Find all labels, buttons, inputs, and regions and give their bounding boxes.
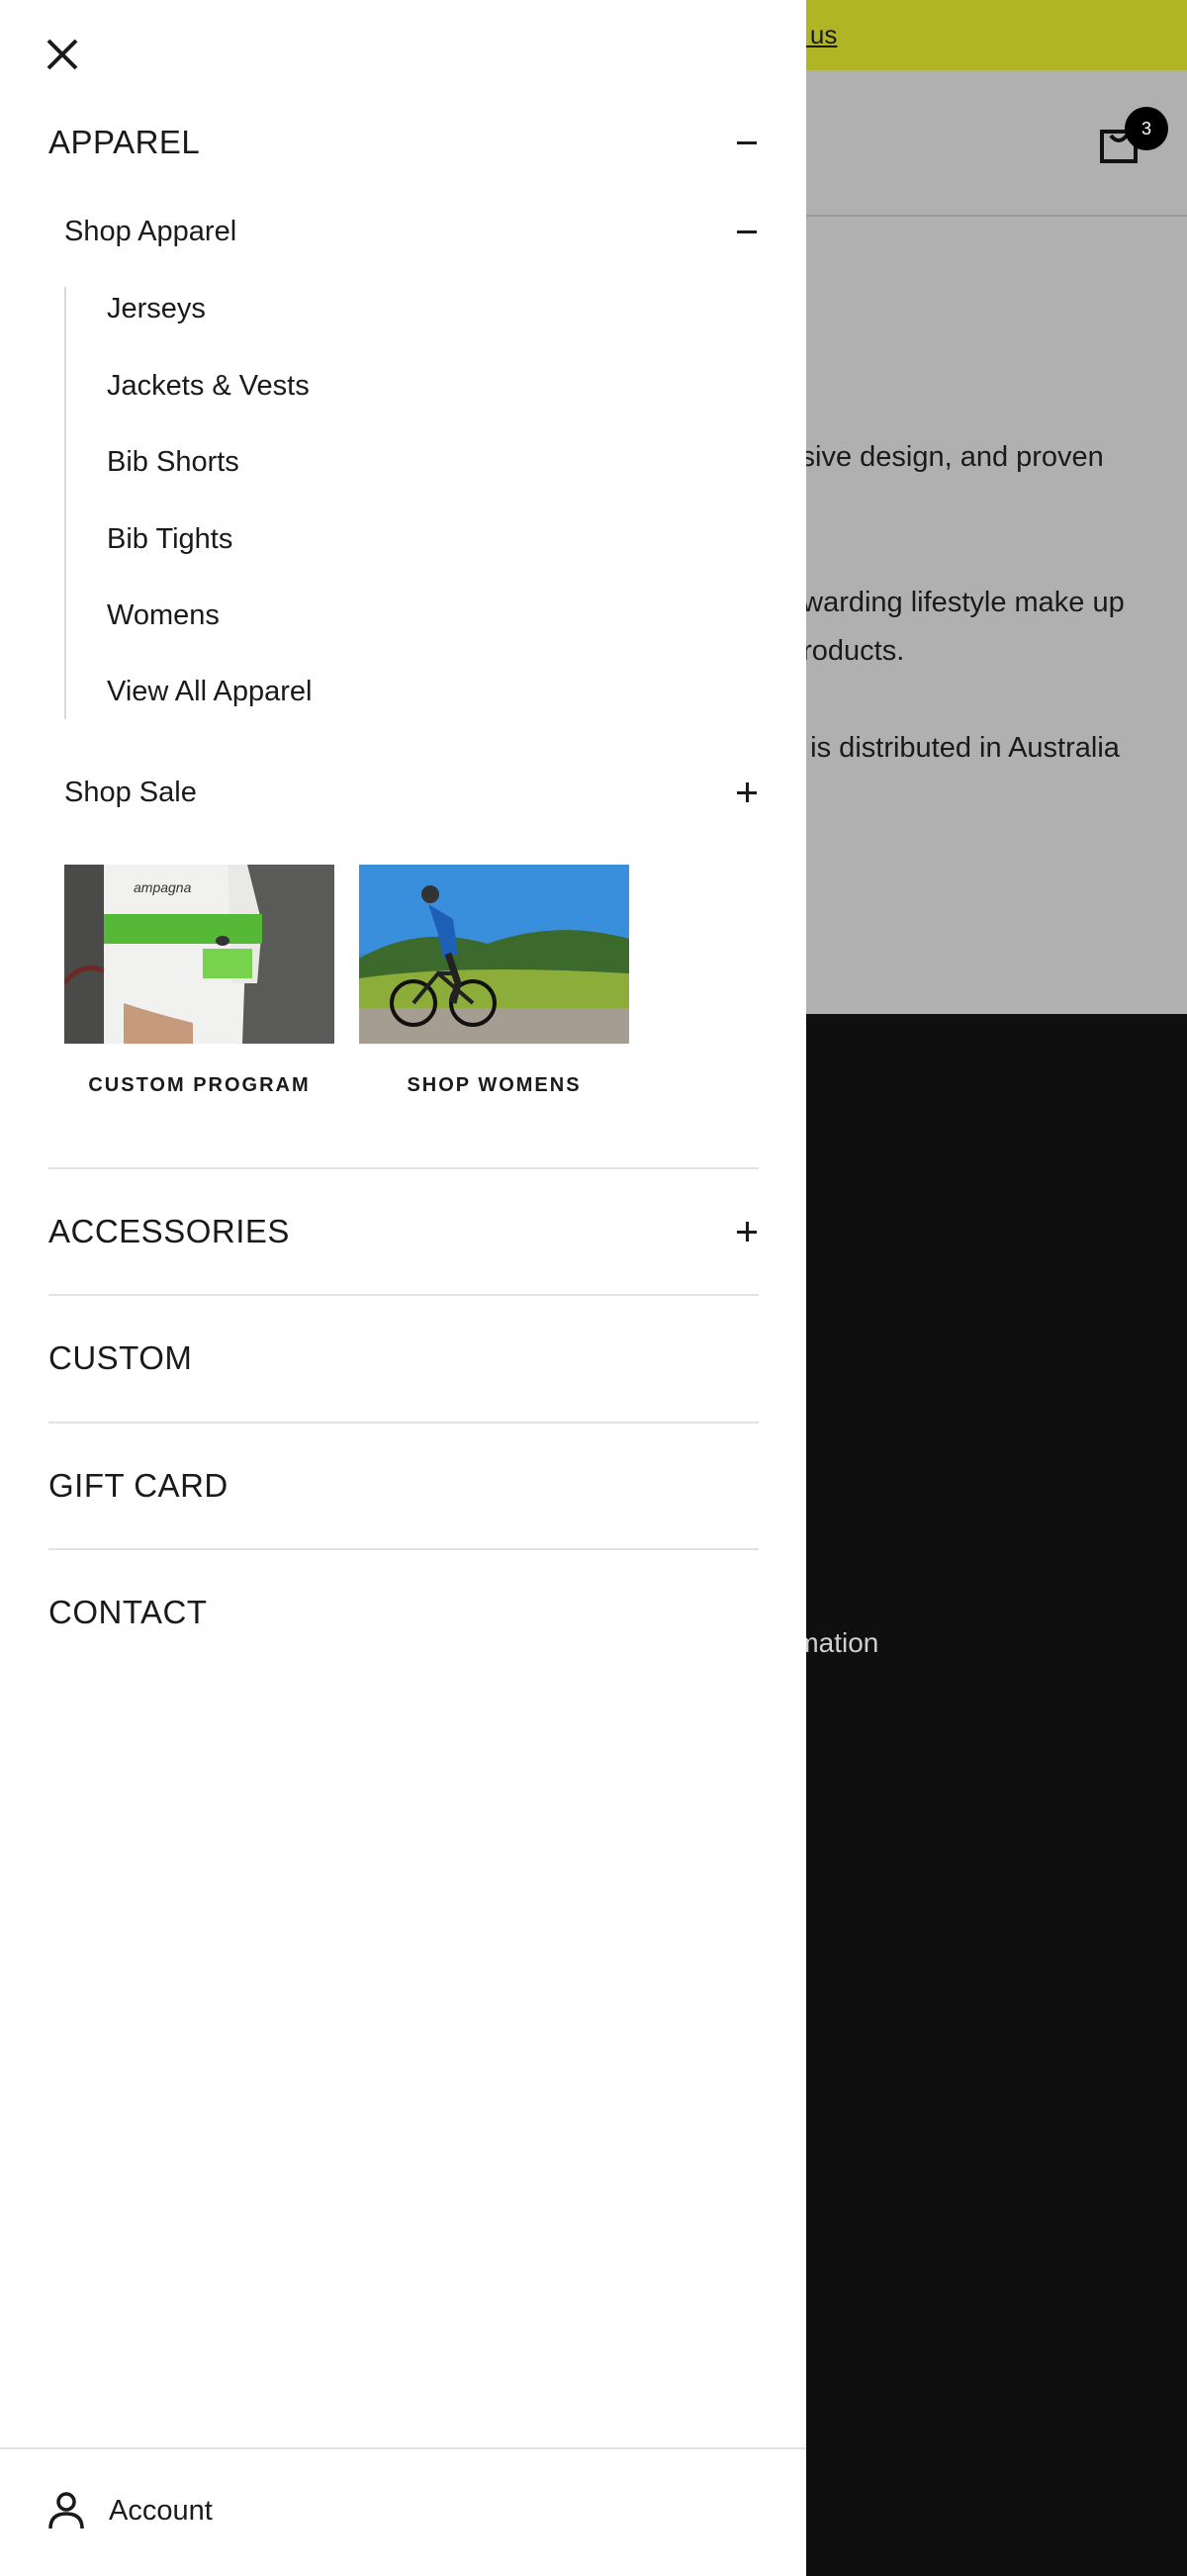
body-text-line: ssive design, and proven <box>786 441 1104 473</box>
submenu-link-jerseys[interactable]: Jerseys <box>107 293 206 325</box>
menu-divider <box>48 1548 759 1550</box>
plus-icon[interactable] <box>735 781 759 804</box>
menu-item-label: CUSTOM <box>48 1339 193 1376</box>
user-icon <box>48 2492 84 2530</box>
submenu-link-bib-shorts[interactable]: Bib Shorts <box>107 446 239 479</box>
cart-count-badge: 3 <box>1125 107 1168 150</box>
promo-card-shop-womens[interactable]: SHOP WOMENS <box>359 865 629 1096</box>
menu-divider <box>48 1294 759 1296</box>
submenu-shop-sale[interactable]: Shop Sale <box>64 773 759 812</box>
menu-item-apparel[interactable]: APPAREL <box>48 123 759 162</box>
menu-item-label: ACCESSORIES <box>48 1213 290 1249</box>
account-label: Account <box>109 2494 213 2527</box>
menu-divider <box>48 1167 759 1169</box>
mobile-menu-drawer: APPAREL Shop Apparel Jerseys Jackets & V… <box>0 0 806 2576</box>
submenu-shop-apparel[interactable]: Shop Apparel <box>64 212 759 251</box>
menu-divider <box>48 1422 759 1424</box>
promo-card-custom-program[interactable]: ampagna CUSTOM PROGRAM <box>64 865 334 1096</box>
submenu-link-view-all-apparel[interactable]: View All Apparel <box>107 676 312 708</box>
submenu-link-womens[interactable]: Womens <box>107 599 220 632</box>
body-text-line: d is distributed in Australia <box>786 732 1120 764</box>
body-text-line: ewarding lifestyle make up <box>786 587 1125 618</box>
submenu-label: Shop Apparel <box>64 215 237 247</box>
menu-item-label: APPAREL <box>48 124 201 160</box>
promo-caption[interactable]: SHOP WOMENS <box>359 1074 629 1097</box>
promo-image-cyclist <box>359 865 629 1044</box>
menu-item-gift-card[interactable]: GIFT CARD <box>48 1465 759 1507</box>
submenu-link-jackets-vests[interactable]: Jackets & Vests <box>107 370 310 403</box>
account-footer: Account <box>0 2447 806 2576</box>
svg-text:ampagna: ampagna <box>134 879 192 895</box>
plus-icon[interactable] <box>735 1220 759 1243</box>
submenu-label: Shop Sale <box>64 776 197 808</box>
submenu-guide-line <box>64 287 66 719</box>
minus-icon[interactable] <box>735 131 759 154</box>
minus-icon[interactable] <box>735 220 759 243</box>
submenu-link-bib-tights[interactable]: Bib Tights <box>107 523 232 556</box>
menu-item-custom[interactable]: CUSTOM <box>48 1337 759 1379</box>
account-link[interactable]: Account <box>47 2491 213 2530</box>
promo-caption[interactable]: CUSTOM PROGRAM <box>64 1074 334 1097</box>
menu-item-label: CONTACT <box>48 1594 208 1630</box>
menu-item-accessories[interactable]: ACCESSORIES <box>48 1211 759 1252</box>
menu-item-label: GIFT CARD <box>48 1467 228 1504</box>
close-icon[interactable] <box>44 36 81 73</box>
promo-image-jersey: ampagna <box>64 865 334 1044</box>
menu-item-contact[interactable]: CONTACT <box>48 1592 759 1633</box>
